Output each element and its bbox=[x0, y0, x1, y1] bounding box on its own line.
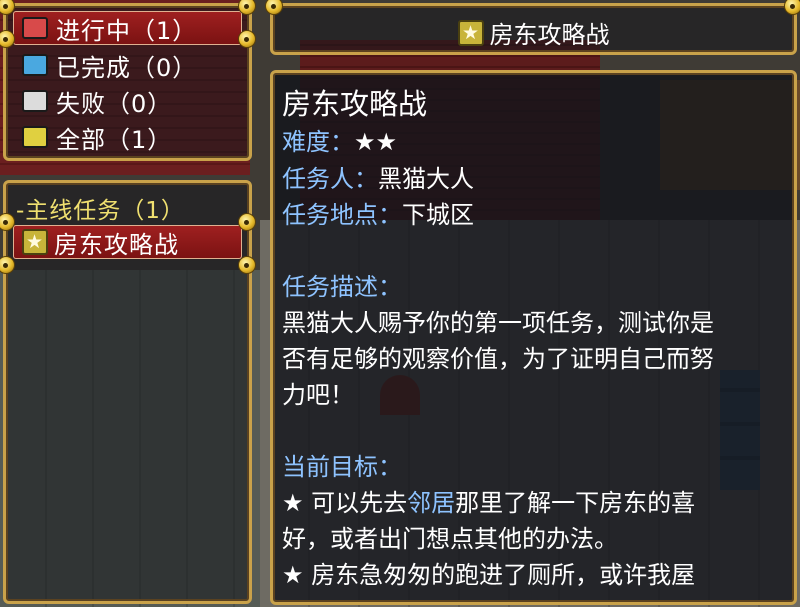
goal-item: ★ 房东急匆匆的跑进了厕所，或许我屋 bbox=[282, 561, 696, 589]
goal-label: 当前目标： bbox=[282, 453, 402, 481]
category-label: 已完成（0） bbox=[56, 53, 198, 82]
giver-row: 任务人：黑猫大人 bbox=[282, 164, 474, 194]
description-line: 力吧！ bbox=[282, 381, 354, 409]
goal-item-continued: 好，或者出门想点其他的办法。 bbox=[282, 525, 618, 553]
bell-decoration-icon bbox=[238, 213, 256, 231]
header-title-row: ★ 房东攻略战 bbox=[273, 15, 794, 50]
bell-decoration-icon bbox=[238, 30, 256, 48]
quest-group-label: -主线任务（1） bbox=[16, 198, 185, 224]
location-label: 任务地点： bbox=[282, 201, 402, 229]
category-failed[interactable]: 失败（0） bbox=[22, 84, 172, 118]
location-row: 任务地点：下城区 bbox=[282, 200, 474, 230]
header-title: 房东攻略战 bbox=[489, 21, 610, 49]
quest-title-window: ★ 房东攻略战 bbox=[270, 3, 797, 55]
giver-value: 黑猫大人 bbox=[378, 165, 474, 193]
star-icon: ★ bbox=[457, 19, 484, 46]
neighbor-link[interactable]: 邻居 bbox=[407, 489, 455, 517]
giver-label: 任务人： bbox=[282, 165, 378, 193]
difficulty-stars: ★★ bbox=[354, 128, 398, 156]
difficulty-label: 难度： bbox=[282, 128, 354, 156]
book-red-icon bbox=[22, 17, 48, 39]
book-blue-icon bbox=[22, 54, 48, 76]
book-yellow-icon bbox=[22, 126, 48, 148]
category-all[interactable]: 全部（1） bbox=[22, 120, 172, 154]
category-in-progress[interactable]: 进行中（1） bbox=[22, 11, 197, 45]
category-label: 全部（1） bbox=[56, 125, 173, 154]
description-label: 任务描述： bbox=[282, 273, 402, 301]
location-value: 下城区 bbox=[402, 201, 474, 229]
quest-list-window: -主线任务（1） ★ 房东攻略战 bbox=[3, 180, 252, 604]
star-icon: ★ bbox=[22, 229, 48, 255]
book-gray-icon bbox=[22, 90, 48, 112]
bell-decoration-icon bbox=[238, 256, 256, 274]
detail-title: 房东攻略战 bbox=[282, 87, 428, 121]
category-window: 进行中（1） 已完成（0） 失败（0） 全部（1） bbox=[3, 3, 252, 161]
description-line: 黑猫大人赐予你的第一项任务，测试你是 bbox=[282, 309, 714, 337]
description-line: 否有足够的观察价值，为了证明自己而努 bbox=[282, 345, 714, 373]
category-completed[interactable]: 已完成（0） bbox=[22, 48, 197, 82]
goal-item: ★ 可以先去邻居那里了解一下房东的喜 bbox=[282, 489, 696, 517]
category-label: 失败（0） bbox=[56, 89, 173, 118]
quest-group-header[interactable]: -主线任务（1） bbox=[16, 191, 185, 225]
quest-item-label: 房东攻略战 bbox=[54, 230, 179, 259]
difficulty-row: 难度：★★ bbox=[282, 127, 397, 157]
quest-item[interactable]: ★ 房东攻略战 bbox=[22, 225, 179, 259]
category-label: 进行中（1） bbox=[56, 16, 198, 45]
bell-decoration-icon bbox=[784, 0, 800, 15]
